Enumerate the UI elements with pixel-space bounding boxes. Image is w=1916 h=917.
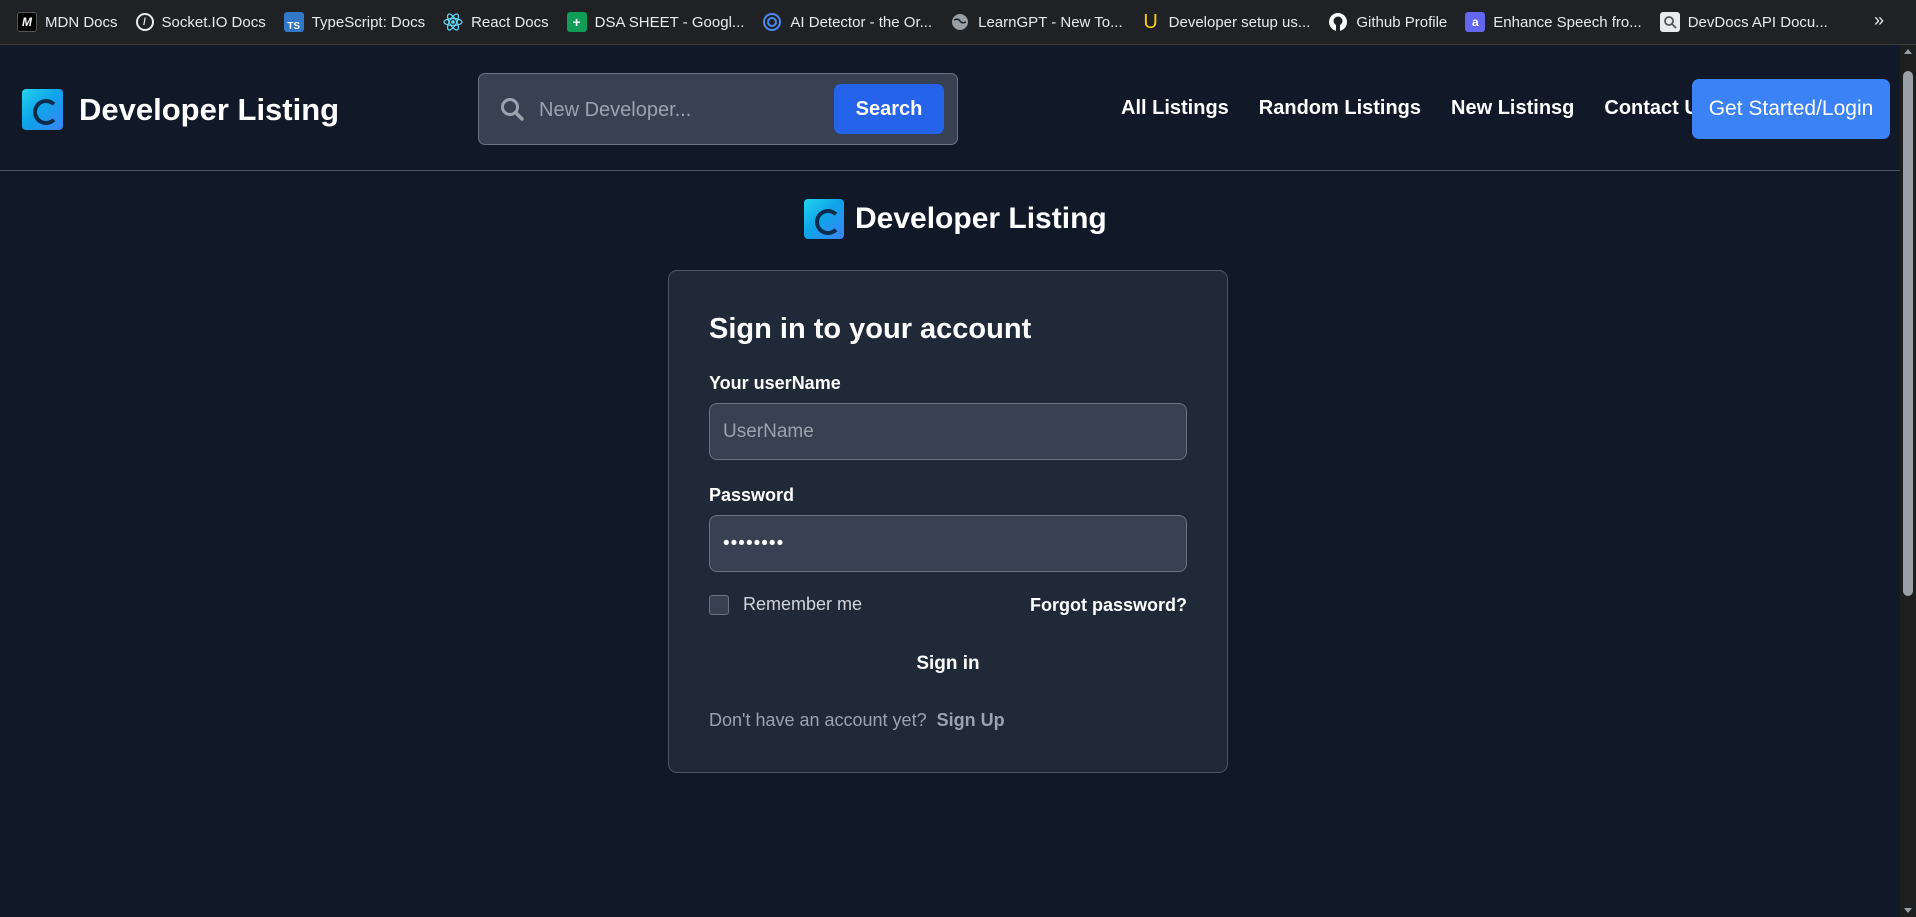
socketio-icon: / <box>135 13 154 31</box>
password-input[interactable] <box>709 515 1187 572</box>
signin-title: Sign in to your account <box>709 313 1032 345</box>
username-input[interactable] <box>709 403 1187 460</box>
brand-title: Developer Listing <box>79 91 340 127</box>
scroll-up-icon[interactable] <box>1904 49 1912 54</box>
typescript-icon: TS <box>283 12 304 32</box>
signin-button[interactable]: Sign in <box>709 641 1187 687</box>
react-icon <box>443 12 463 32</box>
nav-all-listings[interactable]: All Listings <box>1121 97 1229 120</box>
bookmark-react[interactable]: React Docs <box>434 6 558 38</box>
devdocs-icon <box>1659 12 1680 32</box>
nav-random-listings[interactable]: Random Listings <box>1259 97 1421 120</box>
sheets-icon: + <box>566 12 587 32</box>
bookmark-github[interactable]: Github Profile <box>1319 6 1456 38</box>
bookmark-enhance-speech[interactable]: a Enhance Speech fro... <box>1456 6 1650 38</box>
username-label: Your userName <box>709 373 841 393</box>
search-input[interactable] <box>539 92 809 128</box>
bookmark-label: Developer setup us... <box>1168 13 1311 31</box>
remember-me-checkbox[interactable] <box>709 594 729 615</box>
search-button[interactable]: Search <box>834 84 944 134</box>
ai-detector-icon <box>762 12 782 32</box>
bookmark-label: Enhance Speech fro... <box>1493 13 1642 31</box>
bookmark-developer-setup[interactable]: U Developer setup us... <box>1132 6 1320 38</box>
main-nav: All Listings Random Listings New Listins… <box>1121 97 1710 120</box>
signup-line: Don't have an account yet? Sign Up <box>709 710 1005 731</box>
bookmark-devdocs[interactable]: DevDocs API Docu... <box>1651 6 1837 38</box>
bookmark-label: DSA SHEET - Googl... <box>594 13 745 31</box>
search-bar: Search <box>478 73 958 145</box>
github-icon <box>1328 12 1348 32</box>
page-logo-icon <box>804 199 844 239</box>
bookmarks-bar: M MDN Docs / Socket.IO Docs TS TypeScrip… <box>0 0 1916 45</box>
remember-me[interactable]: Remember me <box>709 594 862 615</box>
signup-prompt: Don't have an account yet? <box>709 710 927 730</box>
page-scrollbar[interactable] <box>1900 45 1916 917</box>
brand-logo-icon <box>22 89 63 130</box>
bookmark-label: MDN Docs <box>45 13 118 31</box>
bookmark-dsa-sheet[interactable]: + DSA SHEET - Googl... <box>558 6 754 38</box>
bookmark-learngpt[interactable]: LearnGPT - New To... <box>941 6 1132 38</box>
password-label: Password <box>709 485 795 505</box>
u-logo-icon: U <box>1143 10 1158 33</box>
scroll-down-icon[interactable] <box>1904 908 1912 913</box>
signup-link[interactable]: Sign Up <box>937 710 1005 731</box>
signin-card: Sign in to your account Your userName Pa… <box>668 270 1228 773</box>
page-brand-title: Developer Listing <box>855 202 1107 235</box>
bookmark-label: Socket.IO Docs <box>161 13 266 31</box>
mdn-icon: M <box>17 12 37 32</box>
bookmark-label: Github Profile <box>1356 13 1448 31</box>
page-brand: Developer Listing <box>804 199 1107 239</box>
bookmark-ai-detector[interactable]: AI Detector - the Or... <box>753 6 941 38</box>
more-bookmarks-icon[interactable]: » <box>1874 10 1884 31</box>
bookmark-label: TypeScript: Docs <box>311 13 426 31</box>
scroll-thumb[interactable] <box>1903 71 1913 596</box>
bookmark-typescript[interactable]: TS TypeScript: Docs <box>275 6 434 38</box>
bookmark-label: AI Detector - the Or... <box>790 13 933 31</box>
site-header: Developer Listing Search All Listings Ra… <box>0 45 1900 171</box>
nav-new-listings[interactable]: New Listinsg <box>1451 97 1574 120</box>
search-icon <box>501 98 524 121</box>
bookmark-mdn[interactable]: M MDN Docs <box>8 6 127 38</box>
enhance-speech-icon: a <box>1465 12 1486 32</box>
globe-icon <box>950 12 970 32</box>
remember-me-label: Remember me <box>743 594 863 614</box>
brand-link[interactable]: Developer Listing <box>22 89 339 130</box>
bookmark-label: LearnGPT - New To... <box>978 13 1123 31</box>
bookmark-label: React Docs <box>471 13 549 31</box>
bookmark-socketio[interactable]: / Socket.IO Docs <box>127 6 275 38</box>
get-started-login-button[interactable]: Get Started/Login <box>1692 79 1890 139</box>
bookmark-label: DevDocs API Docu... <box>1687 13 1828 31</box>
forgot-password-link[interactable]: Forgot password? <box>1030 595 1187 616</box>
